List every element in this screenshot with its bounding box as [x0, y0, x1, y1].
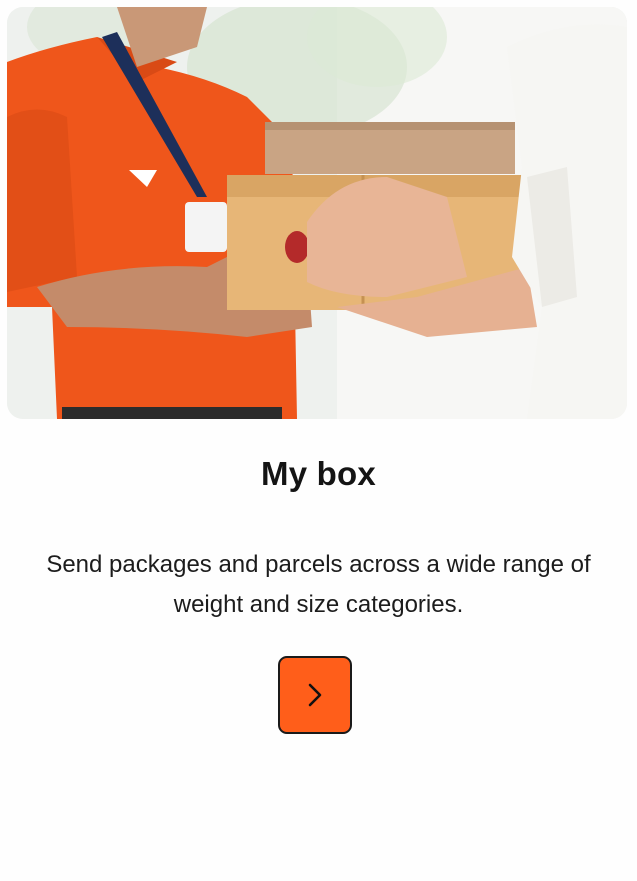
- open-button[interactable]: [278, 656, 352, 734]
- card-title: My box: [261, 455, 376, 492]
- card-description: Send packages and parcels across a wide …: [46, 551, 591, 618]
- hero-image: [7, 7, 627, 419]
- chevron-right-icon: [308, 683, 322, 707]
- courier-delivery-illustration: [7, 7, 627, 419]
- service-card[interactable]: My box Send packages and parcels across …: [0, 0, 637, 881]
